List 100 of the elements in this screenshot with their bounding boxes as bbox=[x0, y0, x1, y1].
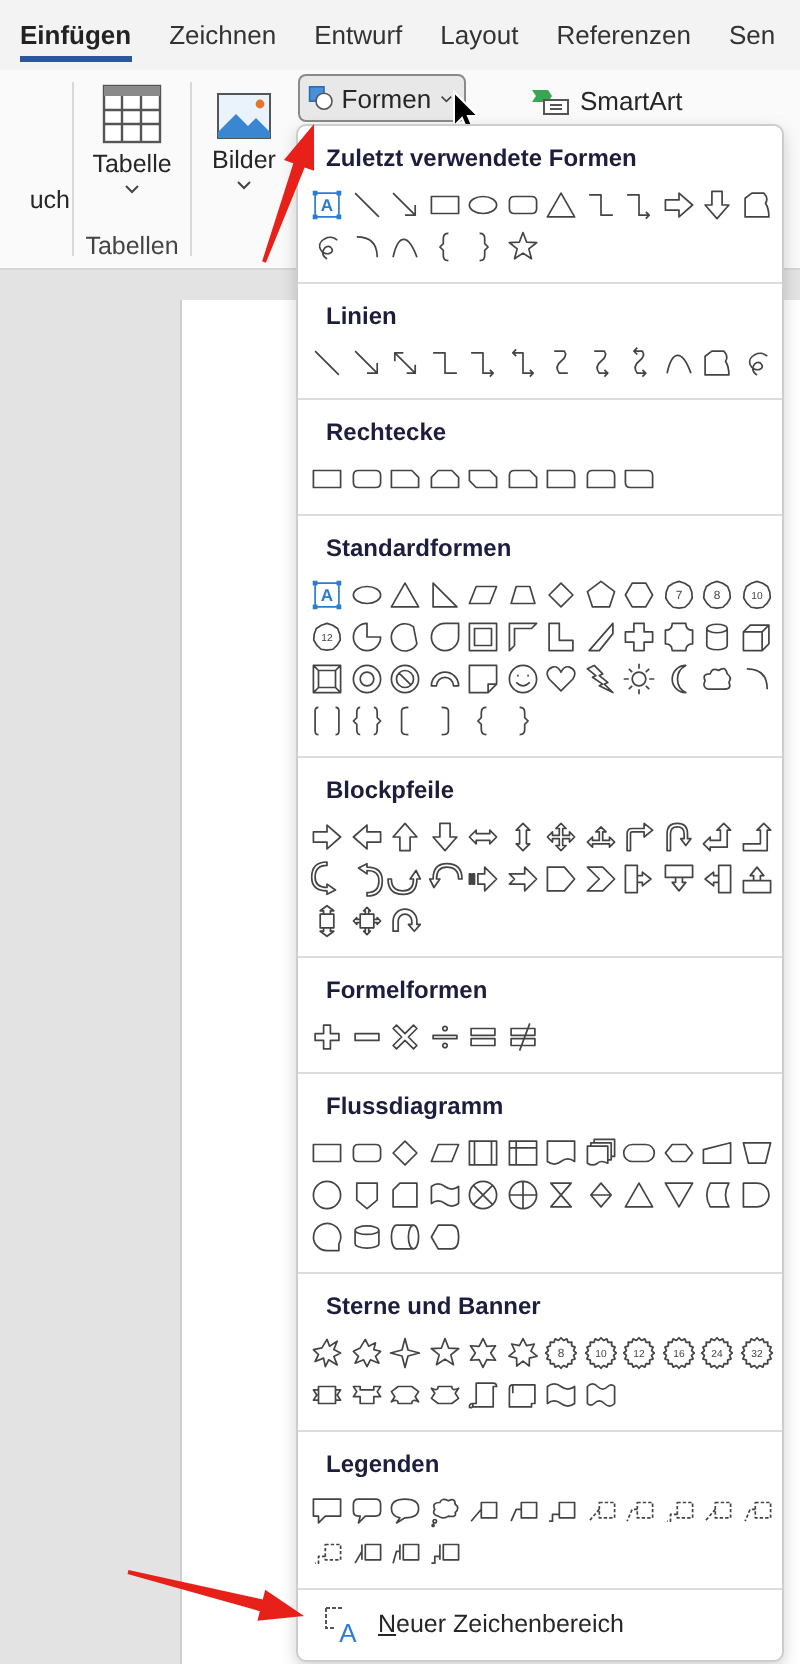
ribbon-label[interactable]: uch bbox=[29, 186, 70, 218]
line-shape-icon[interactable] bbox=[349, 188, 384, 222]
folded-corner-shape-icon[interactable] bbox=[466, 662, 501, 696]
arrow-up-shape-icon[interactable] bbox=[388, 820, 423, 854]
connector-shape-icon[interactable] bbox=[310, 1178, 345, 1212]
speech-rect-shape-icon[interactable] bbox=[310, 1494, 345, 1528]
hexagon-shape-icon[interactable] bbox=[622, 578, 657, 612]
extract-shape-icon[interactable] bbox=[622, 1178, 657, 1212]
merge-shape-icon[interactable] bbox=[661, 1178, 696, 1212]
wave-shape-icon[interactable] bbox=[544, 1378, 579, 1412]
or-shape-icon[interactable] bbox=[505, 1178, 540, 1212]
line-shape-icon[interactable] bbox=[310, 346, 345, 380]
bolt-shape-icon[interactable] bbox=[583, 662, 618, 696]
star7-shape-icon[interactable] bbox=[505, 1336, 540, 1370]
stored-data-shape-icon[interactable] bbox=[700, 1178, 735, 1212]
smiley-shape-icon[interactable] bbox=[505, 662, 540, 696]
multidocument-shape-icon[interactable] bbox=[583, 1136, 618, 1170]
star4-shape-icon[interactable] bbox=[388, 1336, 423, 1370]
arrow-right-shape-icon[interactable] bbox=[310, 820, 345, 854]
math-plus-shape-icon[interactable] bbox=[310, 1020, 345, 1054]
brace-pair-shape-icon[interactable] bbox=[349, 704, 384, 738]
arrow-line-shape-icon[interactable] bbox=[349, 346, 384, 380]
ribbon-tab[interactable]: Referenzen bbox=[556, 0, 691, 70]
cube-shape-icon[interactable] bbox=[739, 620, 774, 654]
triangle-shape-icon[interactable] bbox=[544, 188, 579, 222]
circular-arrow-shape-icon[interactable] bbox=[388, 904, 423, 938]
textbox-shape-icon[interactable]: A bbox=[310, 578, 345, 612]
triangle-shape-icon[interactable] bbox=[388, 578, 423, 612]
arrow-right-shape-icon[interactable] bbox=[661, 188, 696, 222]
ribbon-tab[interactable]: Zeichnen bbox=[169, 0, 277, 70]
notched-arrow-shape-icon[interactable] bbox=[505, 862, 540, 896]
left-right-up-arrow-shape-icon[interactable] bbox=[583, 820, 618, 854]
callout-quad-shape-icon[interactable] bbox=[349, 904, 384, 938]
sun-shape-icon[interactable] bbox=[622, 662, 657, 696]
ribbon-tab[interactable]: Einfügen bbox=[20, 0, 132, 70]
direct-access-shape-icon[interactable] bbox=[388, 1220, 423, 1254]
ribbon-tab[interactable]: Layout bbox=[440, 0, 519, 70]
star5-shape-icon[interactable] bbox=[427, 1336, 462, 1370]
star5-shape-icon[interactable] bbox=[505, 230, 540, 264]
scroll-vertical-shape-icon[interactable] bbox=[466, 1378, 501, 1412]
punched-tape-shape-icon[interactable] bbox=[427, 1178, 462, 1212]
striped-arrow-shape-icon[interactable] bbox=[466, 862, 501, 896]
pictures-button[interactable]: Bilder bbox=[212, 92, 276, 190]
bevel-shape-icon[interactable] bbox=[310, 662, 345, 696]
right-triangle-shape-icon[interactable] bbox=[427, 578, 462, 612]
pentagon-shape-icon[interactable] bbox=[583, 578, 618, 612]
plus-shape-icon[interactable] bbox=[622, 620, 657, 654]
left-up-arrow-shape-icon[interactable] bbox=[700, 820, 735, 854]
elbow-shape-icon[interactable] bbox=[427, 346, 462, 380]
explosion-shape-icon[interactable] bbox=[310, 1336, 345, 1370]
predefined-process-shape-icon[interactable] bbox=[466, 1136, 501, 1170]
display-shape-icon[interactable] bbox=[427, 1220, 462, 1254]
new-drawing-canvas-item[interactable]: Neuer Zeichenbereich bbox=[378, 1610, 624, 1638]
arrow-down-shape-icon[interactable] bbox=[427, 820, 462, 854]
callout-down-shape-icon[interactable] bbox=[661, 862, 696, 896]
explosion-alt-shape-icon[interactable] bbox=[349, 1336, 384, 1370]
quad-arrow-shape-icon[interactable] bbox=[544, 820, 579, 854]
scroll-horizontal-shape-icon[interactable] bbox=[505, 1378, 540, 1412]
bracket-pair-shape-icon[interactable] bbox=[310, 704, 345, 738]
heart-shape-icon[interactable] bbox=[544, 662, 579, 696]
callout-left-shape-icon[interactable] bbox=[700, 862, 735, 896]
math-divide-shape-icon[interactable] bbox=[427, 1020, 462, 1054]
diamond-shape-icon[interactable] bbox=[388, 1136, 423, 1170]
l-shape-shape-icon[interactable] bbox=[544, 620, 579, 654]
math-not-equal-shape-icon[interactable] bbox=[505, 1020, 540, 1054]
star6-shape-icon[interactable] bbox=[466, 1336, 501, 1370]
bent-arrow-shape-icon[interactable] bbox=[622, 820, 657, 854]
callout-right-shape-icon[interactable] bbox=[622, 862, 657, 896]
summing-junction-shape-icon[interactable] bbox=[466, 1178, 501, 1212]
teardrop-shape-icon[interactable] bbox=[427, 620, 462, 654]
arrow-down-shape-icon[interactable] bbox=[700, 188, 735, 222]
arrow-left-shape-icon[interactable] bbox=[349, 820, 384, 854]
cloud-shape-icon[interactable] bbox=[700, 662, 735, 696]
manual-input-shape-icon[interactable] bbox=[700, 1136, 735, 1170]
speech-round-shape-icon[interactable] bbox=[349, 1494, 384, 1528]
card-shape-icon[interactable] bbox=[388, 1178, 423, 1212]
no-symbol-shape-icon[interactable] bbox=[388, 662, 423, 696]
magnetic-disk-shape-icon[interactable] bbox=[349, 1220, 384, 1254]
freeform-shape-icon[interactable] bbox=[739, 188, 774, 222]
freeform-shape-icon[interactable] bbox=[700, 346, 735, 380]
donut-shape-icon[interactable] bbox=[349, 662, 384, 696]
shapes-button[interactable]: Formen bbox=[298, 74, 466, 122]
textbox-shape-icon[interactable]: A bbox=[310, 188, 345, 222]
plaque-shape-icon[interactable] bbox=[661, 620, 696, 654]
ribbon-tab[interactable]: Entwurf bbox=[314, 0, 403, 70]
half-frame-shape-icon[interactable] bbox=[505, 620, 540, 654]
delay-shape-icon[interactable] bbox=[739, 1178, 774, 1212]
bent-up-arrow-shape-icon[interactable] bbox=[739, 820, 774, 854]
chevron-shape-icon[interactable] bbox=[583, 862, 618, 896]
diamond-shape-icon[interactable] bbox=[544, 578, 579, 612]
double-wave-shape-icon[interactable] bbox=[583, 1378, 618, 1412]
callout-up-shape-icon[interactable] bbox=[739, 862, 774, 896]
pie-shape-icon[interactable] bbox=[349, 620, 384, 654]
table-button[interactable]: Tabelle bbox=[92, 84, 172, 194]
manual-operation-shape-icon[interactable] bbox=[739, 1136, 774, 1170]
thought-cloud-shape-icon[interactable] bbox=[427, 1494, 462, 1528]
smartart-button[interactable]: SmartArt bbox=[526, 82, 687, 120]
document-shape-icon[interactable] bbox=[544, 1136, 579, 1170]
internal-storage-shape-icon[interactable] bbox=[505, 1136, 540, 1170]
elbow-shape-icon[interactable] bbox=[583, 188, 618, 222]
